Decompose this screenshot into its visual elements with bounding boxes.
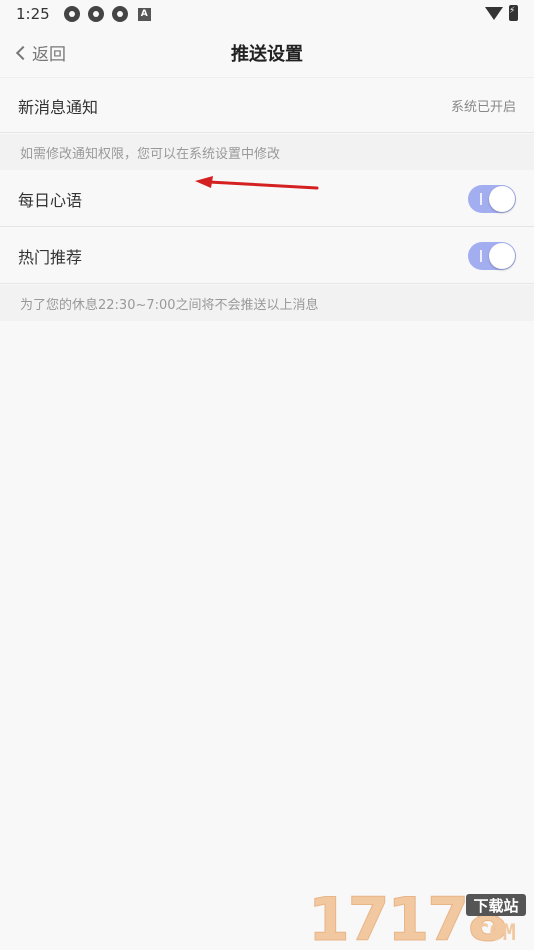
daily-quote-label: 每日心语 xyxy=(18,190,83,210)
page-title: 推送设置 xyxy=(231,43,303,65)
notification-icon xyxy=(87,6,104,22)
notification-icon xyxy=(63,6,80,22)
toggle-on-indicator xyxy=(480,249,482,262)
daily-quote-toggle[interactable] xyxy=(468,184,516,213)
notification-icon xyxy=(111,6,128,22)
status-bar: 1:25 A xyxy=(0,0,534,28)
watermark-domain: COM xyxy=(476,921,516,946)
status-time: 1:25 xyxy=(16,5,50,23)
quiet-hours-hint: 为了您的休息22:30~7:00之间将不会推送以上消息 xyxy=(0,285,534,321)
hot-recommend-label: 热门推荐 xyxy=(18,247,83,267)
hot-recommend-toggle[interactable] xyxy=(468,241,516,270)
new-message-status: 系统已开启 xyxy=(450,100,516,115)
app-badge-icon: A xyxy=(137,7,151,21)
watermark-logo: 17178 下载站 COM xyxy=(308,888,526,946)
hot-recommend-row: 热门推荐 xyxy=(0,228,534,284)
new-message-label: 新消息通知 xyxy=(18,97,99,117)
watermark-badge: 下载站 xyxy=(473,897,518,915)
back-button[interactable]: 返回 xyxy=(14,40,66,65)
wifi-icon xyxy=(485,6,503,20)
battery-charging-icon xyxy=(509,5,518,21)
permission-hint: 如需修改通知权限，您可以在系统设置中修改 xyxy=(0,134,534,170)
toggle-knob xyxy=(489,242,515,269)
back-label: 返回 xyxy=(32,45,66,65)
annotation-arrow-icon xyxy=(195,176,319,190)
navigation-bar: 返回 推送设置 xyxy=(0,28,534,78)
chevron-left-icon xyxy=(15,45,31,60)
toggle-knob xyxy=(489,185,515,212)
new-message-row[interactable]: 新消息通知 系统已开启 xyxy=(0,79,534,133)
toggle-on-indicator xyxy=(480,192,482,205)
